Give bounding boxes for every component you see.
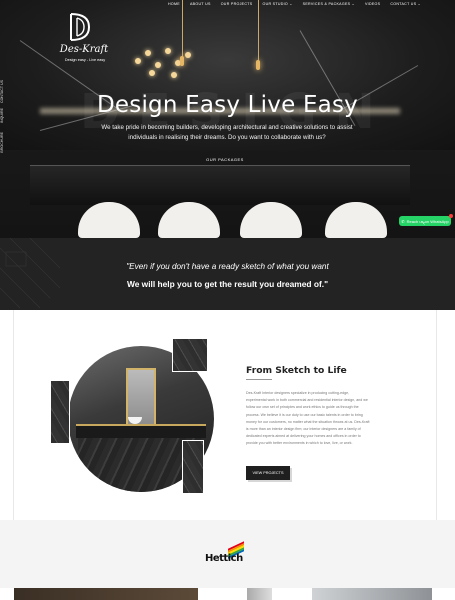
marble-tile [172, 338, 208, 372]
side-tab-brochure[interactable]: BROCHURE [0, 132, 4, 153]
vanity-counter [76, 424, 206, 438]
slider-next-icon[interactable]: ‹ [423, 221, 425, 227]
sketch-description: Des-Kraft Interior designers specialize … [246, 391, 370, 446]
chair [240, 202, 302, 238]
pendant-bulb [180, 56, 184, 66]
logo-name: Des-Kraft [59, 44, 109, 55]
whatsapp-button[interactable]: ✆ Reach us on WhatsApp [399, 214, 453, 226]
hero-subtitle: We take pride in becoming builders, deve… [101, 124, 353, 141]
view-projects-button[interactable]: VIEW PROJECTS [246, 466, 290, 480]
chair [158, 202, 220, 238]
marble-tile [50, 380, 70, 444]
blueprint-decoration-icon [0, 238, 60, 309]
nav-item-about[interactable]: ABOUT US [190, 2, 211, 6]
kitchen-counter [30, 165, 410, 205]
nav-item-projects[interactable]: OUR PROJECTS [221, 2, 253, 6]
title-divider [246, 379, 272, 380]
quote-line-1: "Even if you don't have a ready sketch o… [126, 262, 329, 271]
notification-dot [449, 214, 453, 218]
marble-tile [182, 440, 204, 494]
top-navigation: HOME ABOUT US OUR PROJECTS OUR STUDIO ⌄ … [168, 2, 421, 6]
sketch-title: From Sketch to Life [246, 365, 347, 376]
hero-title: Design Easy Live Easy [97, 92, 358, 118]
hero-section: DESIGN HOME ABOUT US OUR PROJECTS OUR ST… [0, 0, 455, 238]
sketch-to-life-section [0, 310, 455, 520]
project-thumbnail[interactable] [247, 588, 272, 600]
project-thumbnail[interactable] [312, 588, 432, 600]
chair [325, 202, 387, 238]
pendant-light [258, 0, 259, 62]
chandelier-image [135, 44, 195, 80]
whatsapp-icon: ✆ [401, 218, 405, 224]
project-teaser-row [0, 588, 455, 600]
nav-item-videos[interactable]: VIDEOS [365, 2, 380, 6]
quote-line-2: We will help you to get the result you d… [126, 279, 329, 289]
page: DESIGN HOME ABOUT US OUR PROJECTS OUR ST… [0, 0, 455, 600]
logo-mark-icon [70, 13, 91, 41]
site-logo[interactable]: Des-Kraft Design easy - Live easy [56, 12, 112, 66]
pendant-light [182, 0, 183, 58]
nav-item-home[interactable]: HOME [168, 2, 180, 6]
our-packages-button[interactable]: OUR PACKAGES [201, 154, 249, 164]
hettich-wordmark: Hettich [205, 553, 243, 564]
nav-item-services[interactable]: SERVICES & PACKAGES ⌄ [303, 2, 355, 6]
chair [78, 202, 140, 238]
project-thumbnail[interactable] [14, 588, 198, 600]
nav-item-contact[interactable]: CONTACT US ⌄ [390, 2, 421, 6]
quote-section: "Even if you don't have a ready sketch o… [0, 238, 455, 310]
nav-item-studio[interactable]: OUR STUDIO ⌄ [262, 2, 292, 6]
whatsapp-label: Reach us on WhatsApp [406, 218, 449, 224]
pendant-bulb [256, 60, 260, 70]
hettich-logo[interactable]: Hettich [205, 541, 245, 565]
logo-tagline: Design easy - Live easy [64, 58, 106, 62]
